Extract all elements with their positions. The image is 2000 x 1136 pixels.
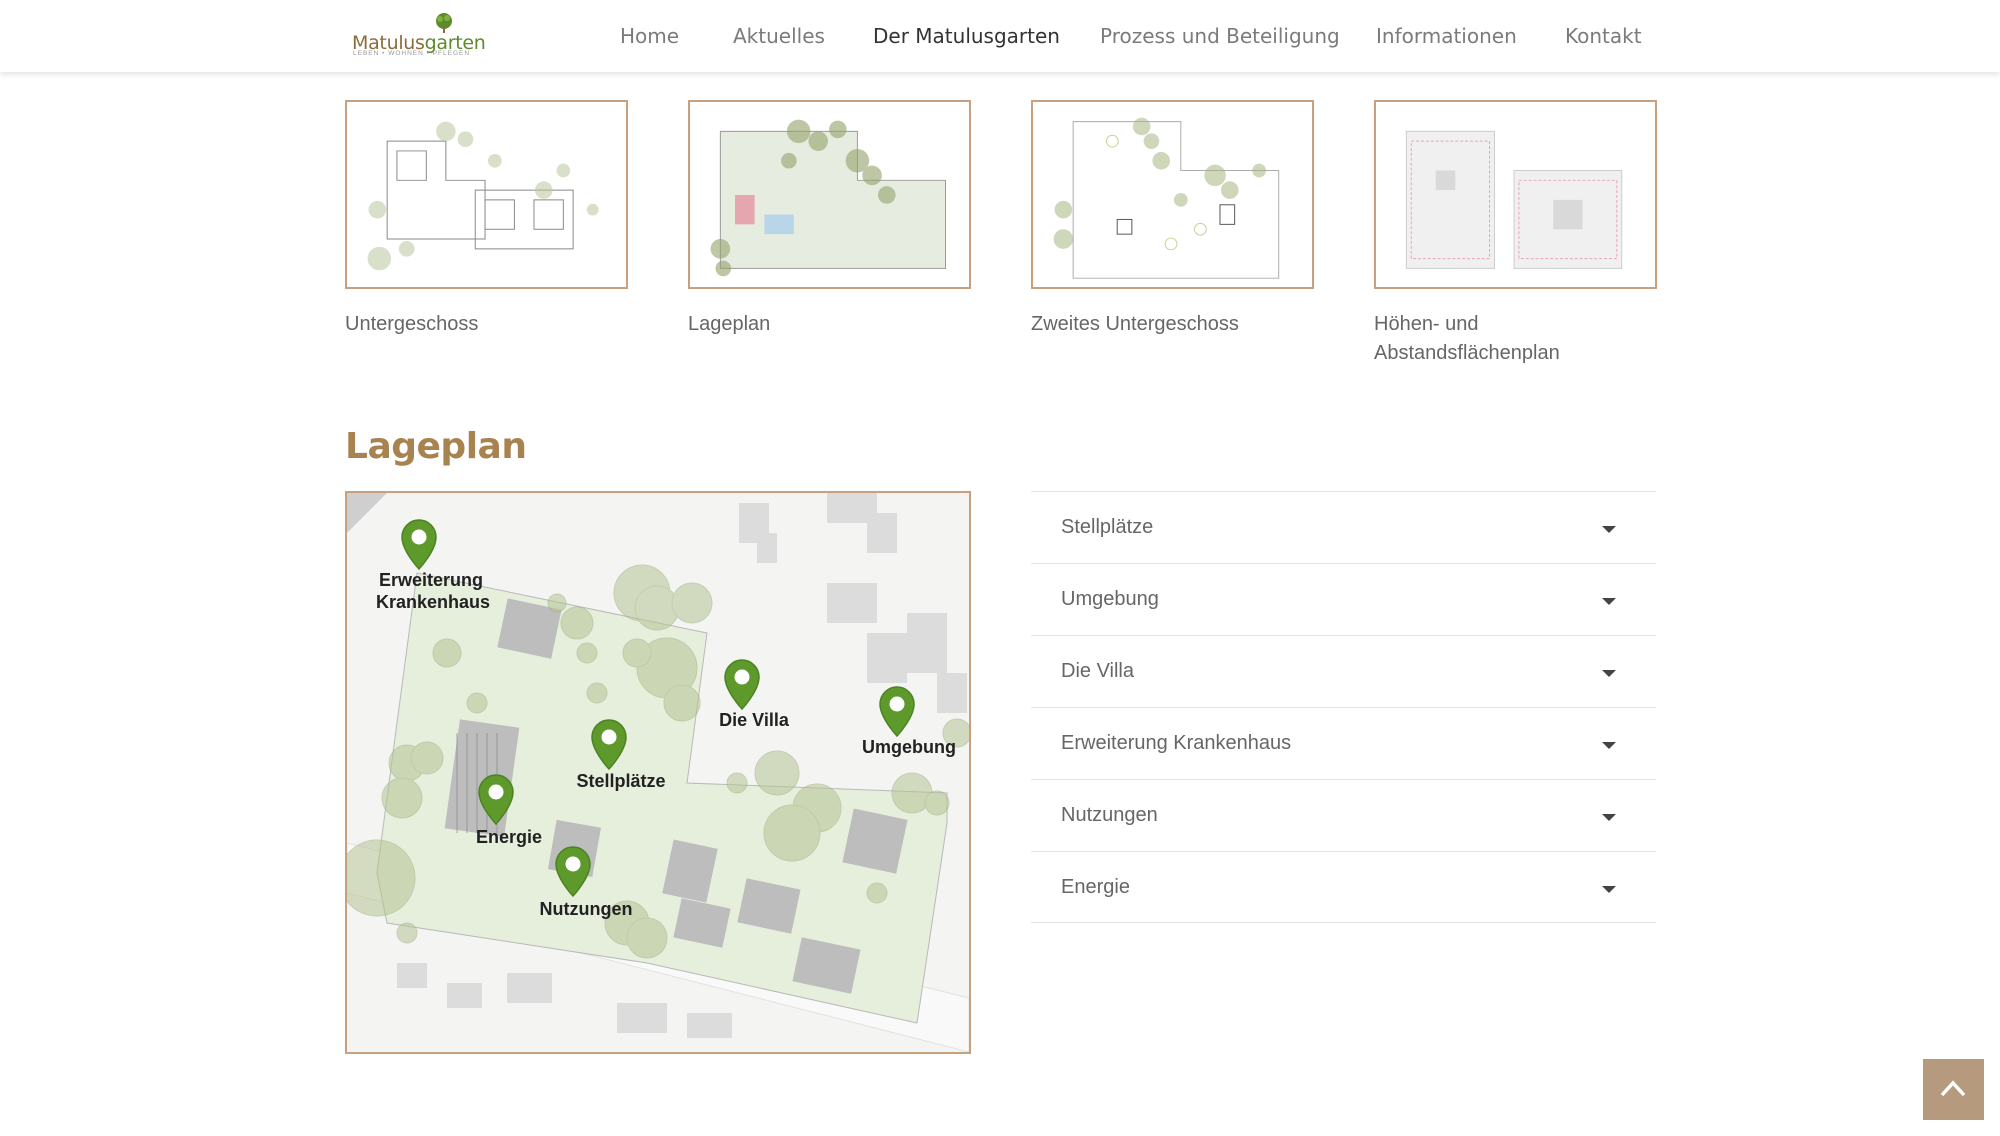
caption-zweites-untergeschoss: Zweites Untergeschoss — [1031, 313, 1239, 335]
map-pin-label-nutzungen[interactable]: Nutzungen — [540, 898, 633, 920]
back-to-top-button[interactable] — [1923, 1059, 1984, 1120]
accordion-item-label: Erweiterung Krankenhaus — [1061, 732, 1292, 754]
caption-hoehen-abstandsflaechenplan: Höhen- und Abstandsflächenplan — [1374, 313, 1560, 364]
accordion-item-nutzungen[interactable]: Nutzungen — [1031, 779, 1656, 851]
lageplan-accordion: Stellplätze Umgebung Die Villa Erweiteru… — [1031, 491, 1656, 923]
map-pin-icon[interactable] — [399, 519, 439, 571]
map-pin-icon[interactable] — [476, 774, 516, 826]
map-pin-icon[interactable] — [553, 846, 593, 898]
main-nav: Home Aktuelles Der Matulusgarten Prozess… — [0, 0, 2000, 72]
site-header: Matulusgarten LEBEN • WOHNEN • PFLEGEN H… — [0, 0, 2000, 72]
thumbnail-lageplan[interactable] — [688, 100, 971, 289]
accordion-item-stellplaetze[interactable]: Stellplätze — [1031, 491, 1656, 563]
nav-informationen[interactable]: Informationen — [1376, 24, 1517, 48]
nav-prozess-und-beteiligung[interactable]: Prozess und Beteiligung — [1100, 24, 1340, 48]
caret-down-icon — [1602, 742, 1616, 749]
map-pin-icon[interactable] — [877, 686, 917, 738]
accordion-item-label: Nutzungen — [1061, 804, 1158, 826]
thumbnail-hoehen-abstandsflaechenplan[interactable] — [1374, 100, 1657, 289]
thumbnail-zweites-untergeschoss[interactable] — [1031, 100, 1314, 289]
floorplan-image — [1033, 102, 1312, 287]
plan-image — [1376, 102, 1655, 287]
map-pin-icon[interactable] — [722, 659, 762, 711]
site-map: Erweiterung Krankenhaus Die Villa Umgebu… — [345, 491, 971, 1054]
map-pin-label-stellplaetze[interactable]: Stellplätze — [576, 770, 665, 792]
nav-der-matulusgarten[interactable]: Der Matulusgarten — [873, 24, 1060, 48]
section-title: Lageplan — [345, 426, 527, 467]
accordion-item-label: Umgebung — [1061, 588, 1159, 610]
siteplan-image — [690, 102, 969, 287]
caret-down-icon — [1602, 670, 1616, 677]
caption-untergeschoss: Untergeschoss — [345, 313, 479, 335]
caption-lageplan: Lageplan — [688, 313, 771, 335]
accordion-item-label: Stellplätze — [1061, 516, 1154, 538]
accordion-item-energie[interactable]: Energie — [1031, 851, 1656, 923]
map-pin-label-die-villa[interactable]: Die Villa — [719, 709, 789, 731]
map-pin-icon[interactable] — [589, 719, 629, 771]
floorplan-image — [347, 102, 626, 287]
map-pin-label-erweiterung-krankenhaus[interactable]: Erweiterung Krankenhaus — [376, 569, 490, 613]
chevron-up-icon — [1940, 1080, 1966, 1097]
caret-down-icon — [1602, 886, 1616, 893]
caret-down-icon — [1602, 598, 1616, 605]
map-pin-label-umgebung[interactable]: Umgebung — [862, 736, 956, 758]
accordion-item-label: Energie — [1061, 876, 1130, 898]
caret-down-icon — [1602, 526, 1616, 533]
caret-down-icon — [1602, 814, 1616, 821]
nav-home[interactable]: Home — [620, 24, 679, 48]
nav-kontakt[interactable]: Kontakt — [1565, 24, 1642, 48]
map-pin-label-energie[interactable]: Energie — [476, 826, 542, 848]
accordion-item-erweiterung-krankenhaus[interactable]: Erweiterung Krankenhaus — [1031, 707, 1656, 779]
accordion-item-die-villa[interactable]: Die Villa — [1031, 635, 1656, 707]
thumbnail-untergeschoss[interactable] — [345, 100, 628, 289]
accordion-item-label: Die Villa — [1061, 660, 1134, 682]
accordion-item-umgebung[interactable]: Umgebung — [1031, 563, 1656, 635]
nav-aktuelles[interactable]: Aktuelles — [733, 24, 825, 48]
